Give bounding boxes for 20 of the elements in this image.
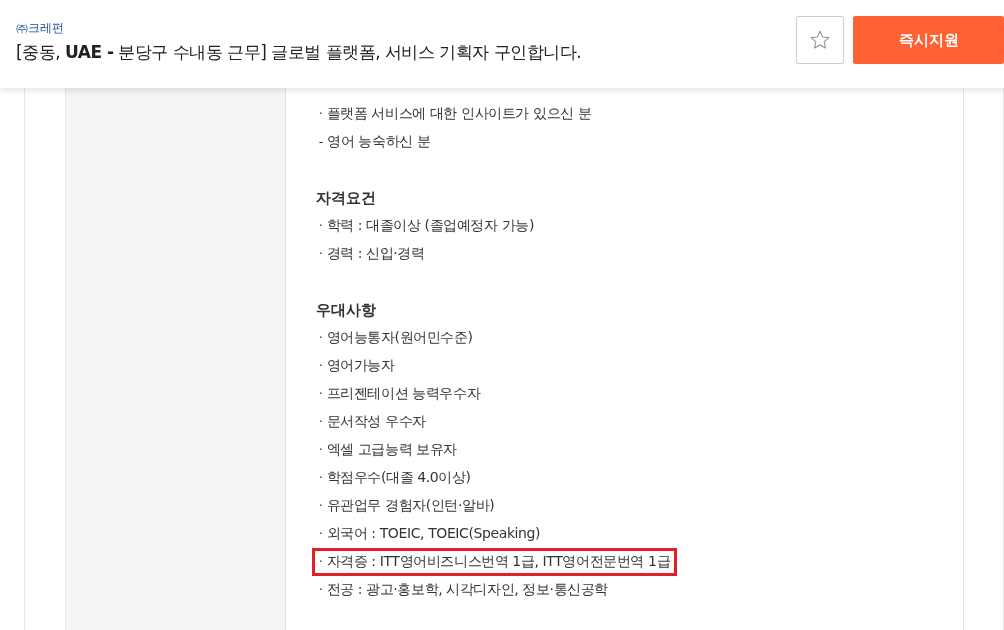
list-item: · 엑셀 고급능력 보유자 xyxy=(317,440,458,459)
list-item: · 전공 : 광고·홍보학, 시각디자인, 정보·통신공학 xyxy=(317,580,610,599)
company-link[interactable]: ㈜크레펀 xyxy=(16,20,796,37)
list-item: · 유관업무 경험자(인턴·알바) xyxy=(317,496,496,515)
section-heading: 우대사항 xyxy=(315,300,377,321)
star-icon xyxy=(809,29,831,51)
list-item: · 문서작성 우수자 xyxy=(317,412,427,431)
list-item: · 경력 : 신입·경력 xyxy=(317,244,426,263)
bookmark-button[interactable] xyxy=(796,16,844,64)
section-heading: 자격요건 xyxy=(315,188,377,209)
list-item: · 학점우수(대졸 4.0이상) xyxy=(317,468,472,487)
list-item: · 플랫폼 서비스에 대한 인사이트가 있으신 분 xyxy=(317,104,593,123)
list-item: · 프리젠테이션 능력우수자 xyxy=(317,384,482,403)
list-item: - 영어 능숙하신 분 xyxy=(317,132,432,151)
job-title: [중동, UAE - 분당구 수내동 근무] 글로벌 플랫폼, 서비스 기획자 구인합니다. xyxy=(16,41,583,64)
list-item: · 외국어 : TOEIC, TOEIC(Speaking) xyxy=(317,524,542,543)
list-item: · 영어가능자 xyxy=(317,356,396,375)
list-item: · 학력 : 대졸이상 (졸업예정자 가능) xyxy=(317,216,535,235)
list-item: · 영어능통자(원어민수준) xyxy=(317,328,474,347)
list-item: · 자격증 : ITT영어비즈니스번역 1급, ITT영어전문번역 1급 xyxy=(311,548,678,576)
